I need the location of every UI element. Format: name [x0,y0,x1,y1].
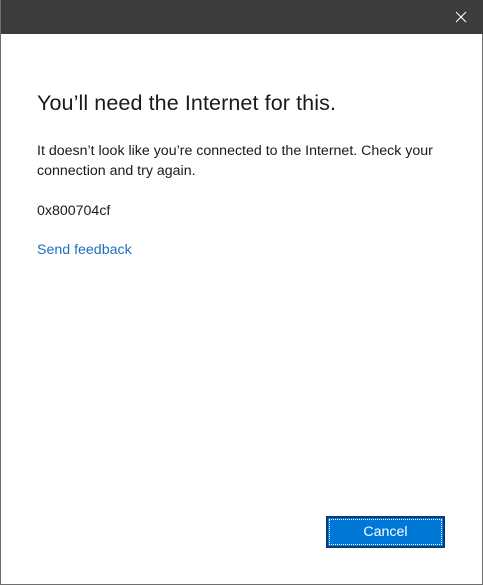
cancel-button-label: Cancel [363,524,408,540]
dialog-content: You’ll need the Internet for this. It do… [37,88,446,260]
error-code: 0x800704cf [37,203,111,219]
dialog-window: You’ll need the Internet for this. It do… [0,0,483,585]
send-feedback-link[interactable]: Send feedback [37,240,132,260]
close-icon [455,11,467,23]
title-bar[interactable] [1,0,483,34]
dialog-message: It doesn’t look like you’re connected to… [37,143,433,179]
close-button[interactable] [438,0,483,34]
cancel-button[interactable]: Cancel [326,516,445,548]
dialog-heading: You’ll need the Internet for this. [37,91,337,115]
